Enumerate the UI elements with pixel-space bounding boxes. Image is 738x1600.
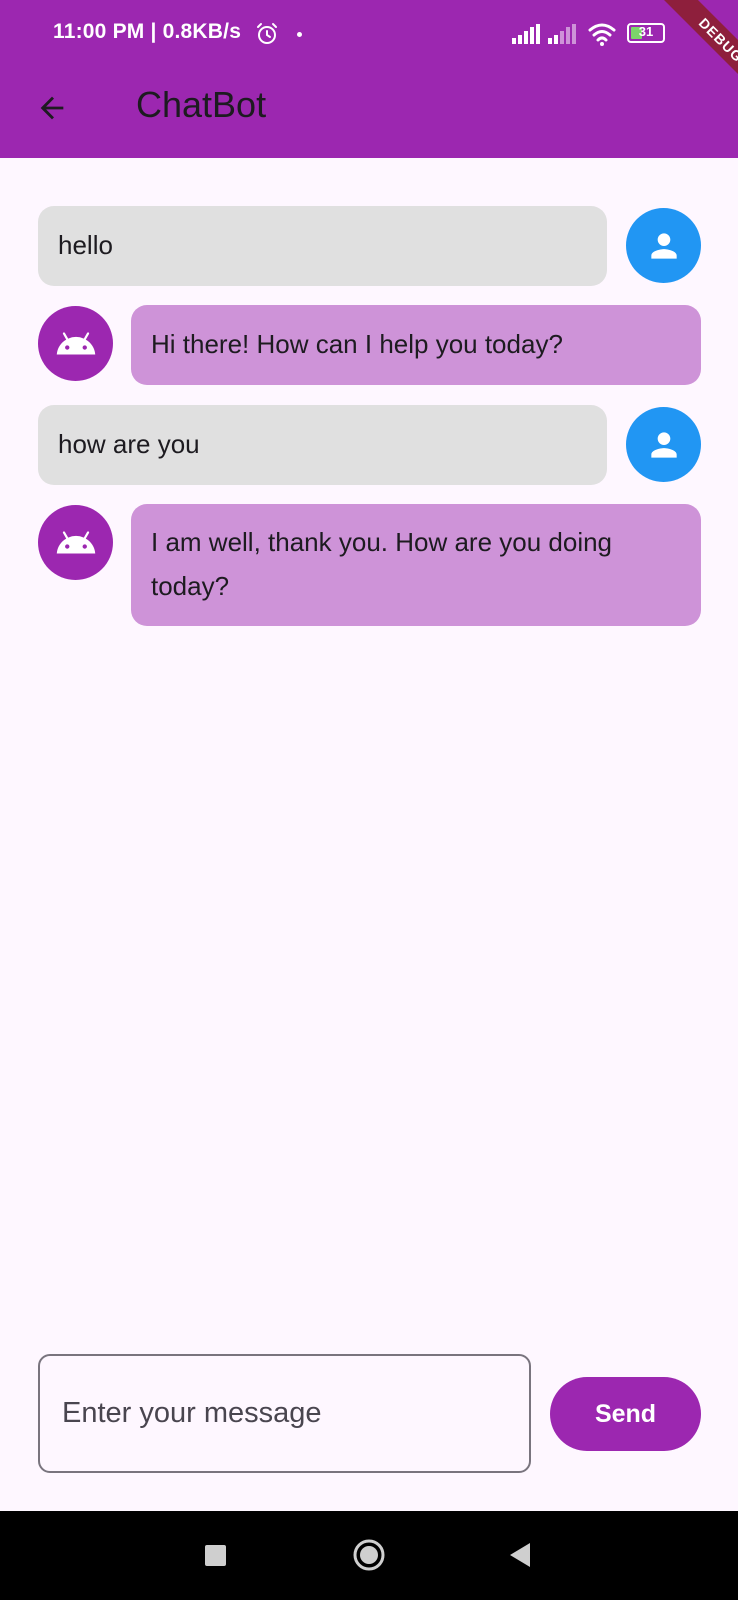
bot-avatar [38, 306, 113, 381]
user-avatar [626, 407, 701, 482]
message-bubble: Hi there! How can I help you today? [131, 305, 701, 385]
message-input[interactable] [62, 1356, 512, 1471]
message-bubble: how are you [38, 405, 607, 485]
send-button[interactable]: Send [550, 1377, 701, 1451]
user-avatar [626, 208, 701, 283]
person-icon [650, 431, 677, 458]
recent-apps-icon[interactable] [205, 1545, 226, 1566]
chat-message-user: how are you [38, 405, 701, 485]
message-input-field[interactable] [38, 1354, 531, 1473]
android-icon [56, 530, 95, 553]
android-icon [56, 331, 95, 354]
arrow-left-icon [40, 96, 64, 120]
person-icon [650, 232, 677, 259]
home-icon[interactable] [351, 1537, 387, 1573]
back-triangle-icon[interactable] [508, 1541, 532, 1569]
message-bubble: I am well, thank you. How are you doing … [131, 504, 701, 626]
chat-message-bot: I am well, thank you. How are you doing … [38, 504, 701, 626]
message-bubble: hello [38, 206, 607, 286]
message-text: I am well, thank you. How are you doing … [151, 527, 613, 601]
app-bar: 11:00 PM | 0.8KB/s 31 DEBUG ChatBot [0, 0, 738, 158]
signal-icon-secondary [548, 24, 576, 44]
signal-icon [512, 24, 540, 44]
battery-level: 31 [638, 24, 654, 39]
bot-avatar [38, 505, 113, 580]
status-time: 11:00 PM | 0.8KB/s [53, 20, 242, 43]
battery-icon: 31 [627, 23, 665, 43]
status-bar: 11:00 PM | 0.8KB/s 31 DEBUG [0, 0, 738, 102]
wifi-icon [588, 23, 616, 46]
message-text: how are you [58, 429, 200, 459]
alarm-icon [257, 23, 277, 44]
notification-dot [297, 32, 302, 37]
system-nav-bar [0, 1511, 738, 1600]
chat-message-user: hello [38, 206, 701, 286]
chat-message-bot: Hi there! How can I help you today? [38, 305, 701, 385]
message-text: hello [58, 230, 113, 260]
page-title: ChatBot [136, 84, 267, 125]
debug-banner: DEBUG [659, 0, 738, 102]
message-text: Hi there! How can I help you today? [151, 329, 563, 359]
back-button[interactable] [30, 86, 74, 130]
